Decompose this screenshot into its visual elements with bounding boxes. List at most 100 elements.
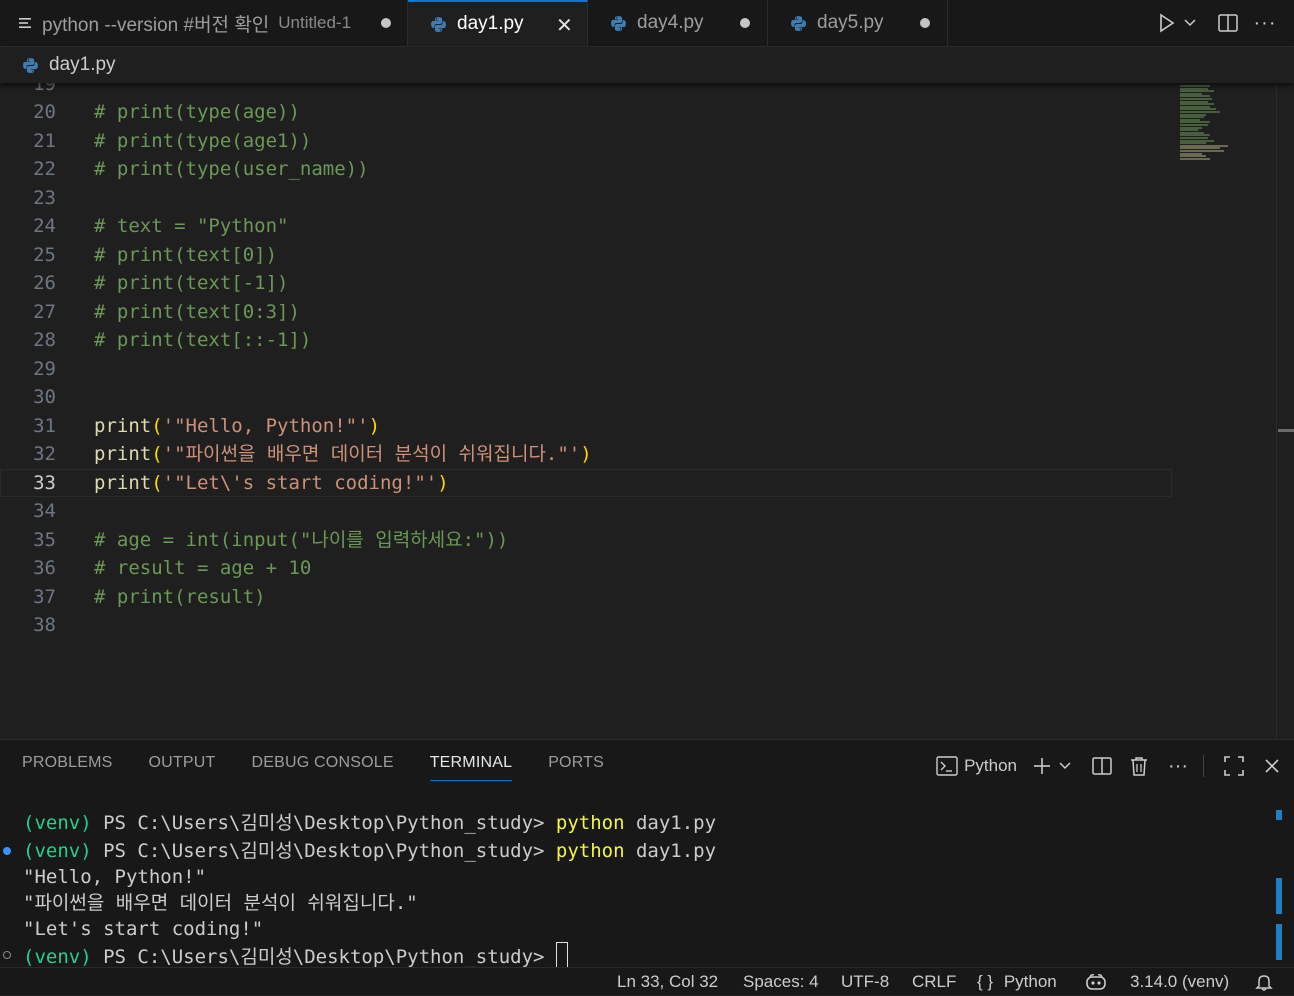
code-line[interactable]: 38 <box>0 611 1172 639</box>
code-line[interactable]: 35 # age = int(input("나이를 입력하세요:")) <box>0 526 1172 554</box>
code-token: # print(text[0]) <box>94 243 278 266</box>
kill-terminal-button[interactable] <box>1127 756 1151 776</box>
line-number: 28 <box>33 329 56 351</box>
code-line[interactable]: 19 <box>0 83 1172 98</box>
tab-label: day5.py <box>817 12 884 33</box>
python-interpreter[interactable]: 3.14.0 (venv) <box>1130 972 1229 992</box>
cursor-position[interactable]: Ln 33, Col 32 <box>617 972 718 992</box>
terminal-scrollbar[interactable] <box>1276 810 1282 960</box>
plus-icon <box>1034 758 1050 774</box>
code-line[interactable]: 28 # print(text[::-1]) <box>0 326 1172 354</box>
code-token: # print(type(user_name)) <box>94 158 369 180</box>
maximize-icon <box>1224 756 1244 776</box>
code-token: '"파이썬을 배우면 데이터 분석이 쉬워집니다."' <box>162 443 581 465</box>
panel-actions: Python ··· <box>936 752 1294 780</box>
code-text: # result = age + 10 <box>94 554 311 582</box>
code-line[interactable]: 30 <box>0 383 1172 411</box>
code-editor[interactable]: 19 20 # print(type(age)) 21 # print(type(age… <box>0 83 1294 739</box>
code-line[interactable]: 29 <box>0 355 1172 383</box>
line-number: 38 <box>33 614 56 636</box>
code-token: # print(text[::-1]) <box>94 329 312 351</box>
code-token: # text = "Python" <box>94 215 289 237</box>
tab-debug-console[interactable]: DEBUG CONSOLE <box>252 754 394 781</box>
run-python-file-button[interactable] <box>1154 13 1180 33</box>
code-token: ) <box>580 443 592 465</box>
breadcrumb-file[interactable]: day1.py <box>49 54 116 76</box>
line-ending[interactable]: CRLF <box>912 972 956 992</box>
code-line[interactable]: 27 # print(text[0:3]) <box>0 298 1172 326</box>
code-text: print('"Let\'s start coding!"') <box>94 469 449 497</box>
code-line[interactable]: 32 print('"파이썬을 배우면 데이터 분석이 쉬워집니다."') <box>0 440 1172 468</box>
tab-day5-py[interactable]: day5.py <box>768 0 948 46</box>
line-number: 24 <box>33 215 56 237</box>
terminal-line: (venv) PS C:\Users\김미성\Desktop\Python_st… <box>23 838 716 864</box>
tab-untitled-1[interactable]: python --version #버전 확인 Untitled-1 <box>0 0 408 46</box>
panel-divider <box>1203 755 1204 777</box>
copilot-icon[interactable] <box>1085 973 1107 996</box>
code-line[interactable]: 22 # print(type(user_name)) <box>0 155 1172 183</box>
code-line[interactable]: 36 # result = age + 10 <box>0 554 1172 582</box>
language-mode[interactable]: { } Python <box>977 972 1057 992</box>
maximize-panel-button[interactable] <box>1222 756 1246 776</box>
line-number: 35 <box>33 528 56 551</box>
indentation[interactable]: Spaces: 4 <box>743 972 819 992</box>
terminal-profile-label: Python <box>964 756 1017 775</box>
more-panel-actions-button[interactable]: ··· <box>1165 755 1191 778</box>
command-success-dot-icon[interactable] <box>3 847 11 855</box>
unsaved-dot-icon[interactable] <box>381 18 391 28</box>
terminal-token: PS C:\Users\김미성\Desktop\Python_study> <box>91 946 556 968</box>
more-actions-button[interactable]: ··· <box>1252 12 1278 35</box>
close-panel-button[interactable] <box>1260 758 1284 774</box>
play-icon <box>1160 13 1175 33</box>
code-line[interactable]: 24 # text = "Python" <box>0 212 1172 240</box>
split-editor-button[interactable] <box>1214 14 1242 32</box>
bottom-panel: PROBLEMS OUTPUT DEBUG CONSOLE TERMINAL P… <box>0 739 1294 968</box>
code-token: # print(text[0:3]) <box>94 300 300 323</box>
code-text: # print(type(user_name)) <box>94 155 369 183</box>
code-line[interactable]: 21 # print(type(age1)) <box>0 127 1172 155</box>
python-icon <box>430 16 447 33</box>
terminal-token: (venv) <box>23 946 92 968</box>
tab-day1-py[interactable]: day1.py ✕ <box>408 0 588 46</box>
command-decoration-icon[interactable] <box>3 951 11 959</box>
bell-icon[interactable] <box>1255 973 1273 996</box>
close-icon[interactable]: ✕ <box>556 13 573 38</box>
tab-problems[interactable]: PROBLEMS <box>22 754 113 781</box>
close-icon <box>1265 759 1279 773</box>
editor-scrollbar[interactable] <box>1276 83 1294 739</box>
encoding[interactable]: UTF-8 <box>841 972 889 992</box>
code-token: ) <box>368 414 381 437</box>
line-number: 34 <box>33 500 56 522</box>
code-line[interactable]: 23 <box>0 184 1172 212</box>
tab-output[interactable]: OUTPUT <box>149 754 216 781</box>
line-number: 27 <box>33 300 56 323</box>
tab-terminal[interactable]: TERMINAL <box>429 754 513 781</box>
unsaved-dot-icon[interactable] <box>740 18 750 28</box>
code-line[interactable]: 31 print('"Hello, Python!"') <box>0 412 1172 440</box>
code-token: # print(text[-1]) <box>94 272 289 294</box>
code-line[interactable]: 25 # print(text[0]) <box>0 241 1172 269</box>
code-line[interactable]: 34 <box>0 497 1172 525</box>
code-line[interactable]: 33 print('"Let\'s start coding!"') <box>0 469 1172 497</box>
scroll-marker <box>1276 810 1282 820</box>
python-icon <box>22 57 39 74</box>
new-terminal-button[interactable] <box>1031 756 1053 776</box>
status-bar: Ln 33, Col 32 Spaces: 4 UTF-8 CRLF { } P… <box>0 967 1294 995</box>
code-text: # print(text[-1]) <box>94 269 288 297</box>
line-number: 32 <box>33 443 56 465</box>
python-icon <box>610 15 627 32</box>
minimap[interactable] <box>1176 83 1276 163</box>
run-dropdown-button[interactable] <box>1180 19 1200 27</box>
new-terminal-dropdown[interactable] <box>1057 762 1073 770</box>
code-line[interactable]: 26 # print(text[-1]) <box>0 269 1172 297</box>
split-terminal-button[interactable] <box>1089 757 1115 775</box>
unsaved-dot-icon[interactable] <box>920 18 930 28</box>
code-line[interactable]: 37 # print(result) <box>0 583 1172 611</box>
terminal-profile-button[interactable]: Python <box>936 756 1017 776</box>
code-text: # print(type(age1)) <box>94 127 311 155</box>
line-number: 36 <box>33 557 56 579</box>
tab-ports[interactable]: PORTS <box>548 754 604 781</box>
tab-day4-py[interactable]: day4.py <box>588 0 768 46</box>
code-line[interactable]: 20 # print(type(age)) <box>0 98 1172 126</box>
code-text: # print(text[::-1]) <box>94 326 311 354</box>
